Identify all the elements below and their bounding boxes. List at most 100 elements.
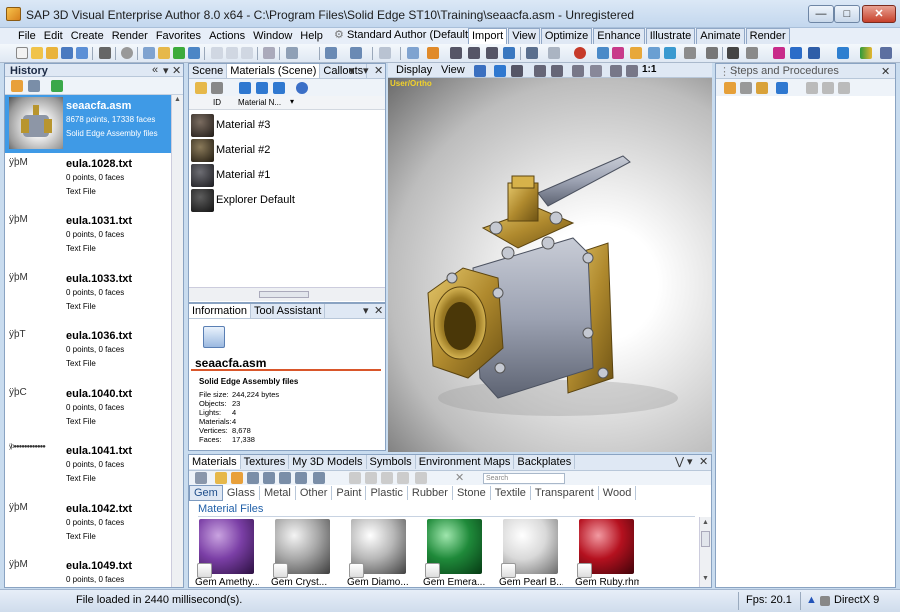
tab-render[interactable]: Render [745, 28, 790, 44]
paste-icon[interactable] [241, 47, 253, 59]
library-search-input[interactable]: Search [483, 473, 565, 484]
step-view-icon[interactable] [776, 82, 788, 94]
new-icon[interactable] [16, 47, 28, 59]
close-icon[interactable]: ✕ [374, 304, 383, 317]
save-as-icon[interactable] [76, 47, 88, 59]
zoom-fit-icon[interactable] [626, 65, 638, 77]
detail-view-icon[interactable] [263, 472, 275, 484]
history-item[interactable]: ÿþM eula.1042.txt 0 points, 0 faces Text… [5, 498, 171, 556]
zoom-window-icon[interactable] [610, 65, 622, 77]
folder-icon[interactable] [215, 472, 227, 484]
view-cube-icon[interactable] [684, 47, 696, 59]
thumbnail-view-icon[interactable] [11, 80, 23, 92]
menu-actions[interactable]: Actions [205, 29, 249, 43]
tab-backplates[interactable]: Backplates [514, 455, 576, 469]
material-item[interactable]: Gem Pearl B... [499, 519, 563, 588]
category-transparent[interactable]: Transparent [531, 486, 599, 500]
category-gem[interactable]: Gem [189, 485, 223, 501]
tab-symbols[interactable]: Symbols [367, 455, 416, 469]
material-row[interactable]: Material #3 [189, 113, 385, 138]
material-row[interactable]: Material #2 [189, 138, 385, 163]
measure-icon[interactable] [706, 47, 718, 59]
author-mode-dropdown[interactable]: ⚙ Standard Author (Default) ▾ [334, 28, 479, 43]
tab-my-3d-models[interactable]: My 3D Models [289, 455, 367, 469]
panel-icon[interactable] [880, 47, 892, 59]
next-step-icon[interactable] [838, 82, 850, 94]
tab-materials-scene[interactable]: Materials (Scene) [227, 64, 321, 78]
menu-create[interactable]: Create [67, 29, 108, 43]
material-row[interactable]: Material #1 [189, 163, 385, 188]
category-rubber[interactable]: Rubber [408, 486, 453, 500]
folder-icon[interactable] [158, 47, 170, 59]
move-icon[interactable] [427, 47, 439, 59]
pin-icon[interactable]: ⋁ [675, 455, 684, 468]
grid-view-icon[interactable] [313, 472, 325, 484]
first-step-icon[interactable] [806, 82, 818, 94]
record-icon[interactable] [574, 47, 586, 59]
menu-help[interactable]: Help [296, 29, 327, 43]
zoom-selected-icon[interactable] [256, 82, 268, 94]
pan-icon[interactable] [551, 65, 563, 77]
app-icon[interactable] [6, 7, 21, 21]
pen-icon[interactable] [746, 47, 758, 59]
paint-icon[interactable] [612, 47, 624, 59]
material-item[interactable]: Gem Diamo... [347, 519, 409, 588]
camera-icon[interactable] [597, 47, 609, 59]
history-item[interactable]: ÿþT eula.1036.txt 0 points, 0 faces Text… [5, 325, 171, 383]
close-button[interactable]: ✕ [862, 5, 896, 23]
redo-icon[interactable] [350, 47, 362, 59]
settings-icon[interactable] [820, 596, 830, 606]
renderer-warning-icon[interactable]: ▲ [806, 594, 817, 606]
layout-icon[interactable] [837, 47, 849, 59]
tab-optimize[interactable]: Optimize [540, 28, 593, 44]
cut-icon[interactable] [211, 47, 223, 59]
column-material-name[interactable]: Material N... [238, 98, 281, 107]
history-item[interactable]: ÿþC eula.1040.txt 0 points, 0 faces Text… [5, 383, 171, 441]
cut-icon[interactable] [349, 472, 361, 484]
history-item[interactable]: ÿþM eula.1049.txt 0 points, 0 faces Text… [5, 555, 171, 587]
scale-icon[interactable] [486, 47, 498, 59]
history-scrollbar[interactable]: ▲ [171, 95, 183, 587]
minimize-button[interactable]: — [808, 5, 834, 23]
close-icon[interactable]: ✕ [374, 64, 383, 77]
3d-viewport[interactable]: User/Ortho [388, 78, 712, 452]
tab-textures[interactable]: Textures [241, 455, 290, 469]
stop-icon[interactable] [121, 47, 133, 59]
rotate-icon[interactable] [468, 47, 480, 59]
menu-favorites[interactable]: Favorites [152, 29, 205, 43]
tab-information[interactable]: Information [189, 304, 252, 318]
save-icon[interactable] [61, 47, 73, 59]
material-item[interactable]: Gem Amethy... [195, 519, 259, 588]
list-view-icon[interactable] [247, 472, 259, 484]
dropdown-icon[interactable] [211, 82, 223, 94]
pin-icon[interactable]: ▾ [363, 64, 369, 77]
fly-icon[interactable] [534, 65, 546, 77]
sort-icon[interactable]: ▾ [290, 97, 294, 106]
material-row[interactable]: Explorer Default [189, 188, 385, 213]
library-scrollbar[interactable]: ▲ ▼ [699, 517, 711, 587]
cloud-icon[interactable] [548, 47, 560, 59]
zoom-icon[interactable] [572, 65, 584, 77]
turntable-icon[interactable] [511, 65, 523, 77]
scene-scrollbar[interactable] [189, 287, 385, 301]
paste-icon[interactable] [381, 472, 393, 484]
category-wood[interactable]: Wood [599, 486, 637, 500]
thumbnail-view-icon[interactable] [231, 472, 243, 484]
copy-icon[interactable] [365, 472, 377, 484]
cube-icon[interactable] [664, 47, 676, 59]
history-item[interactable]: ÿþM eula.1028.txt 0 points, 0 faces Text… [5, 153, 171, 211]
material-item[interactable]: Gem Ruby.rhm [575, 519, 639, 588]
menu-window[interactable]: Window [249, 29, 296, 43]
category-paint[interactable]: Paint [332, 486, 367, 500]
pointer-icon[interactable] [407, 47, 419, 59]
delete-icon[interactable]: ✕ [455, 471, 464, 484]
maximize-button[interactable]: □ [834, 5, 860, 23]
import-icon[interactable] [397, 472, 409, 484]
tab-enhance[interactable]: Enhance [593, 28, 645, 44]
material-item[interactable]: Gem Emera... [423, 519, 485, 588]
tab-illustrate[interactable]: Illustrate [645, 28, 696, 44]
fullscreen-icon[interactable] [188, 47, 200, 59]
line-icon[interactable] [727, 47, 739, 59]
edit-step-icon[interactable] [756, 82, 768, 94]
pin-icon[interactable]: ▾ [163, 64, 169, 77]
